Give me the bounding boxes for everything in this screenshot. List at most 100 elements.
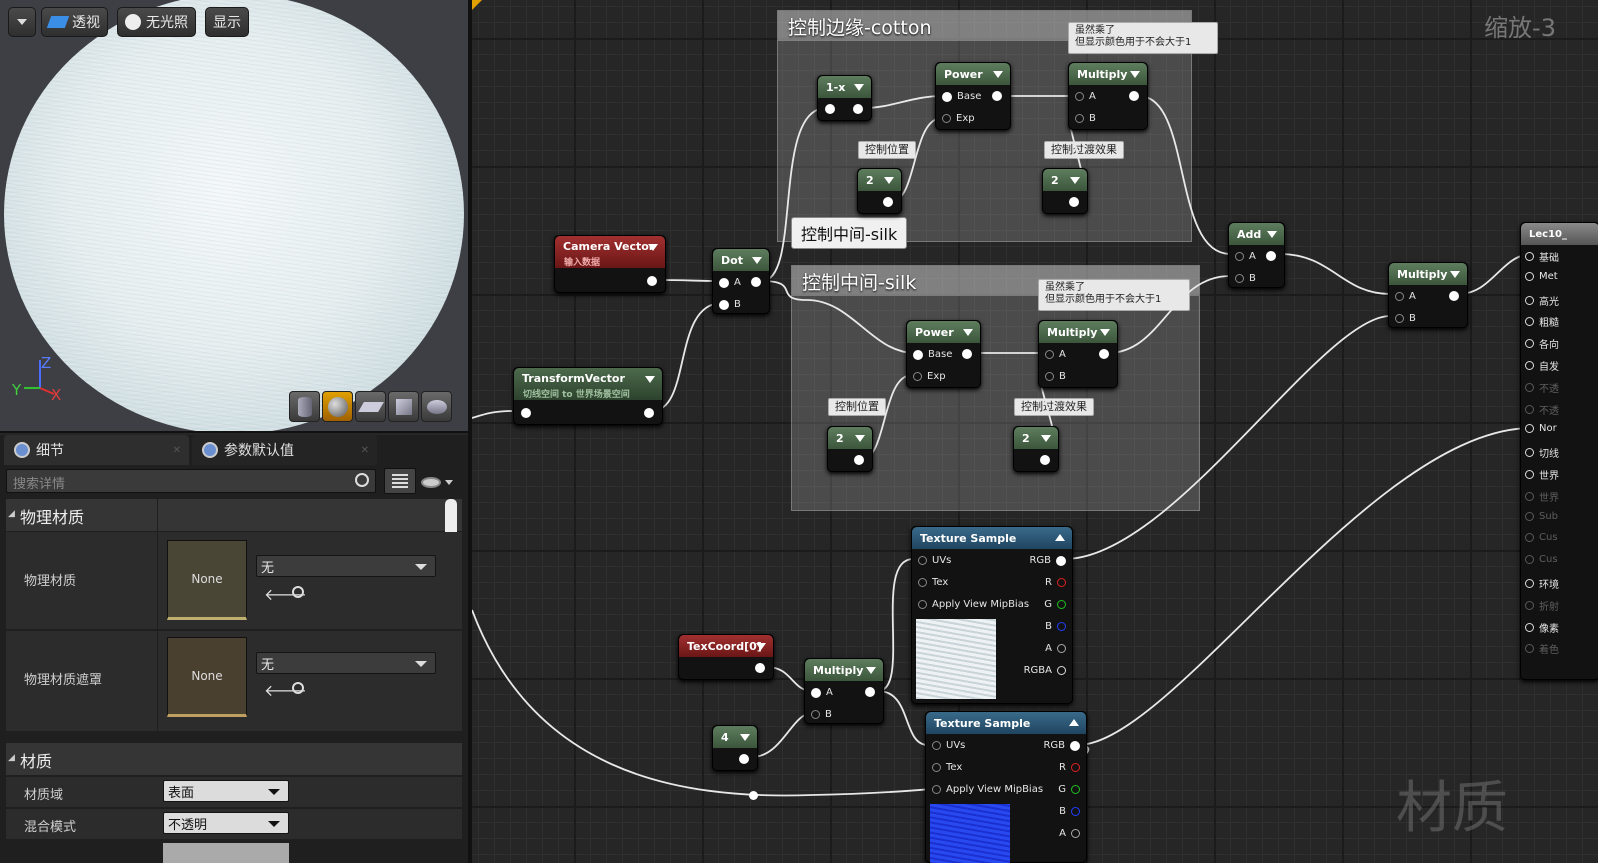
material-domain-dropdown[interactable]: 表面: [163, 780, 289, 802]
node-one-minus[interactable]: 1-x: [817, 75, 872, 121]
phys-material-thumbnail[interactable]: None: [167, 540, 247, 620]
output-pin[interactable]: [1099, 349, 1109, 359]
tab-details[interactable]: 细节 ✕: [4, 435, 189, 465]
node-constant-2[interactable]: 2: [827, 426, 873, 472]
node-constant-2[interactable]: 2: [857, 168, 902, 214]
search-details-input[interactable]: 搜索详情: [6, 469, 376, 493]
viewport-options-button[interactable]: [8, 7, 36, 37]
pin-a-channel[interactable]: A: [1045, 643, 1066, 654]
output-pin[interactable]: [865, 687, 875, 697]
pin-mip-bias[interactable]: Apply View MipBias: [932, 784, 1043, 795]
browse-search-icon[interactable]: [292, 586, 304, 598]
result-pin[interactable]: 世界: [1525, 489, 1559, 504]
result-pin[interactable]: Cus: [1525, 554, 1558, 565]
browse-search-icon[interactable]: [292, 682, 304, 694]
result-pin[interactable]: 折射: [1525, 598, 1559, 613]
node-texture-sample[interactable]: Texture Sample UVs Tex Apply View MipBia…: [925, 711, 1087, 863]
result-pin[interactable]: Met: [1525, 271, 1558, 282]
pin-a[interactable]: A: [719, 277, 741, 288]
pin-base[interactable]: Base: [942, 91, 981, 102]
pin-b[interactable]: B: [1395, 313, 1416, 324]
node-texture-sample[interactable]: Texture Sample UVs Tex Apply View MipBia…: [911, 526, 1073, 704]
cube-preview-button[interactable]: [388, 391, 419, 422]
result-pin[interactable]: 不透: [1525, 402, 1559, 417]
unlit-button[interactable]: 无光照: [117, 7, 196, 37]
pin-mip-bias[interactable]: Apply View MipBias: [918, 599, 1029, 610]
pin-a-channel[interactable]: A: [1059, 828, 1080, 839]
pin-uvs[interactable]: UVs: [932, 740, 965, 751]
result-pin[interactable]: Cus: [1525, 532, 1558, 543]
pin-tex[interactable]: Tex: [932, 762, 962, 773]
pin-b[interactable]: B: [1235, 273, 1256, 284]
output-pin[interactable]: [739, 754, 749, 764]
output-pin[interactable]: [1069, 197, 1079, 207]
pin-base[interactable]: Base: [913, 349, 952, 360]
phys-material-dropdown[interactable]: 无: [256, 555, 436, 577]
result-pin[interactable]: 高光: [1525, 293, 1559, 308]
input-pin[interactable]: [825, 104, 835, 114]
next-dropdown-partial[interactable]: [163, 843, 289, 863]
result-pin[interactable]: 粗糙: [1525, 314, 1559, 329]
pin-a[interactable]: A: [1395, 291, 1416, 302]
pin-uvs[interactable]: UVs: [918, 555, 951, 566]
pin-rgba[interactable]: RGBA: [1024, 665, 1066, 676]
output-pin[interactable]: [992, 91, 1002, 101]
node-constant-4[interactable]: 4: [712, 725, 758, 771]
node-multiply[interactable]: Multiply A B: [804, 658, 884, 724]
result-pin[interactable]: 各向: [1525, 336, 1559, 351]
output-pin[interactable]: [1449, 291, 1459, 301]
material-preview-viewport[interactable]: 透视 无光照 显示 Z Y X: [0, 0, 468, 433]
pin-b[interactable]: B: [1075, 113, 1096, 124]
result-pin[interactable]: Sub: [1525, 511, 1558, 522]
result-pin[interactable]: Nor: [1525, 423, 1557, 434]
node-multiply[interactable]: Multiply A B: [1038, 320, 1118, 388]
node-power[interactable]: Power Base Exp: [906, 320, 981, 388]
node-multiply[interactable]: Multiply A B: [1068, 62, 1148, 130]
section-header-physical-material[interactable]: ◢ 物理材质: [6, 499, 462, 531]
output-pin[interactable]: [883, 197, 893, 207]
material-graph[interactable]: 缩放-3 材质 控制边缘-cotton 控制中间-silk 控制中间-silk …: [472, 0, 1598, 863]
output-pin[interactable]: [962, 349, 972, 359]
result-pin[interactable]: 基础: [1525, 249, 1559, 264]
result-pin[interactable]: 不透: [1525, 380, 1559, 395]
pin-a[interactable]: A: [1235, 251, 1256, 262]
node-power[interactable]: Power Base Exp: [935, 62, 1011, 130]
node-multiply[interactable]: Multiply A B: [1388, 262, 1468, 328]
node-constant-2[interactable]: 2: [1013, 426, 1059, 472]
pin-b[interactable]: B: [719, 299, 741, 310]
pin-rgb[interactable]: RGB: [1043, 740, 1080, 751]
phys-mask-thumbnail[interactable]: None: [167, 637, 247, 717]
input-pin[interactable]: [521, 408, 531, 418]
phys-mask-dropdown[interactable]: 无: [256, 652, 436, 674]
output-pin[interactable]: [647, 276, 657, 286]
close-tab-icon[interactable]: ✕: [361, 445, 369, 456]
pin-tex[interactable]: Tex: [918, 577, 948, 588]
output-pin[interactable]: [751, 277, 761, 287]
pin-b[interactable]: B: [1045, 371, 1066, 382]
pin-exp[interactable]: Exp: [913, 371, 946, 382]
node-texcoord[interactable]: TexCoord[0]: [678, 634, 774, 680]
pin-a[interactable]: A: [1045, 349, 1066, 360]
node-dot[interactable]: Dot A B: [712, 248, 770, 314]
result-pin[interactable]: 自发: [1525, 358, 1559, 373]
node-add[interactable]: Add A B: [1228, 222, 1285, 288]
output-pin[interactable]: [1129, 91, 1139, 101]
sphere-preview-button[interactable]: [322, 391, 353, 422]
output-pin[interactable]: [755, 663, 765, 673]
pin-r[interactable]: R: [1045, 577, 1066, 588]
result-pin[interactable]: 环境: [1525, 576, 1559, 591]
node-camera-vector[interactable]: Camera Vector 输入数据: [554, 235, 666, 293]
cylinder-preview-button[interactable]: [289, 391, 320, 422]
pin-exp[interactable]: Exp: [942, 113, 975, 124]
close-tab-icon[interactable]: ✕: [173, 445, 181, 456]
pin-rgb[interactable]: RGB: [1029, 555, 1066, 566]
node-material-result[interactable]: Lec10_ 基础 Met 高光 粗糙 各向 自发 不透 不透 Nor 切线 世界 世界 Sub Cus C…: [1520, 222, 1598, 680]
pin-b-channel[interactable]: B: [1059, 806, 1080, 817]
section-header-material[interactable]: ◢ 材质: [6, 743, 462, 775]
pin-g[interactable]: G: [1044, 599, 1066, 610]
pin-a[interactable]: A: [1075, 91, 1096, 102]
pin-r[interactable]: R: [1059, 762, 1080, 773]
reroute-node[interactable]: [749, 791, 758, 800]
pin-g[interactable]: G: [1058, 784, 1080, 795]
output-pin[interactable]: [854, 455, 864, 465]
